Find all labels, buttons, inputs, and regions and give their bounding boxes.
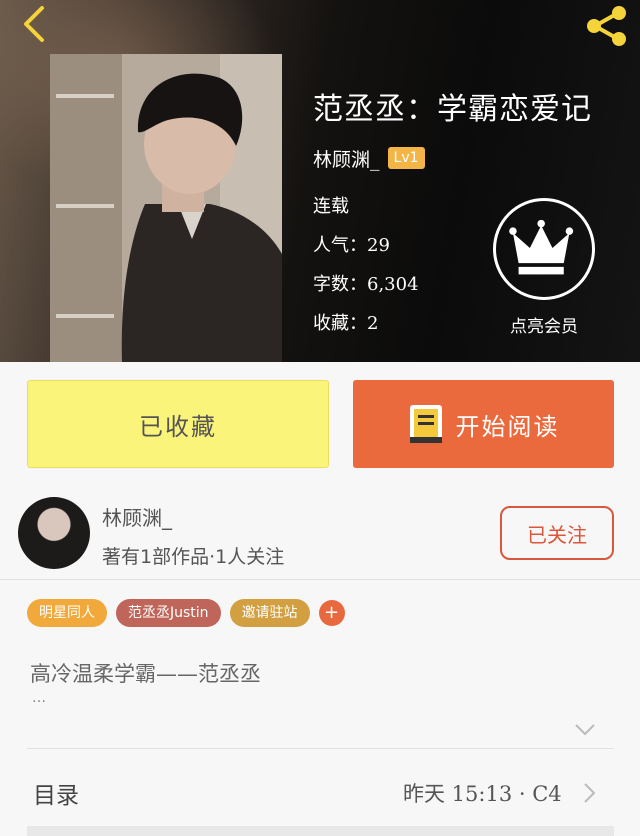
book-title: 范丞丞：学霸恋爱记 (313, 92, 592, 127)
description-ellipsis: … (32, 690, 46, 706)
book-cover-image (50, 54, 282, 362)
book-author[interactable]: 林顾渊_ (313, 145, 380, 172)
word-count: 字数：6,304 (313, 274, 419, 295)
book-icon (409, 405, 442, 443)
share-icon[interactable] (582, 4, 630, 48)
crown-icon (509, 219, 574, 275)
avatar[interactable] (18, 497, 90, 569)
book-header: 范丞丞：学霸恋爱记 林顾渊_ Lv1 连载 人气：29 字数：6,304 收藏：… (0, 0, 640, 362)
author-name[interactable]: 林顾渊_ (102, 502, 172, 531)
favorited-button[interactable]: 已收藏 (27, 380, 329, 468)
start-reading-label: 开始阅读 (455, 412, 560, 441)
author-section: 林顾渊_ 著有1部作品·1人关注 已关注 (0, 490, 640, 580)
add-tag-button[interactable]: + (318, 600, 345, 626)
divider (27, 748, 614, 749)
tag-list: 明星同人 范丞丞Justin 邀请驻站 + (27, 599, 345, 627)
toc-label: 目录 (33, 783, 79, 809)
book-status: 连载 (313, 196, 349, 217)
tag-chip[interactable]: 明星同人 (27, 599, 107, 627)
popularity-count: 人气：29 (313, 235, 390, 256)
author-info: 著有1部作品·1人关注 (102, 546, 285, 568)
chevron-down-icon[interactable] (574, 722, 596, 738)
author-row: 林顾渊_ Lv1 (313, 144, 425, 172)
book-description: 高冷温柔学霸——范丞丞 (30, 662, 261, 686)
vip-button[interactable] (493, 198, 595, 300)
tag-chip[interactable]: 范丞丞Justin (116, 599, 221, 627)
vip-label[interactable]: 点亮会员 (490, 312, 598, 337)
table-of-contents-row[interactable]: 目录 昨天 15:13 · C4 (0, 760, 640, 824)
bottom-panel-edge (27, 826, 614, 836)
level-badge: Lv1 (387, 147, 425, 169)
chevron-right-icon (584, 783, 596, 803)
chevron-left-icon[interactable] (14, 4, 54, 44)
tag-chip[interactable]: 邀请驻站 (229, 599, 310, 627)
last-updated: 昨天 15:13 · C4 (403, 782, 562, 806)
favorites-count: 收藏：2 (313, 313, 379, 334)
start-reading-button[interactable]: 开始阅读 (353, 380, 614, 468)
followed-button[interactable]: 已关注 (500, 506, 614, 560)
